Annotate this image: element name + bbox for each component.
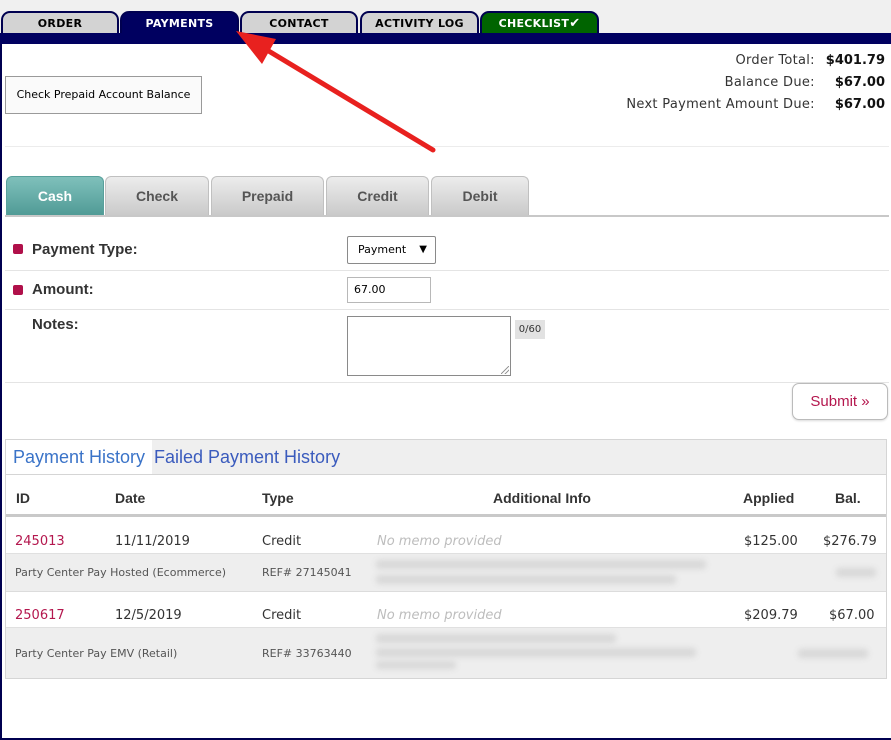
payment-reference: REF# 33763440 bbox=[262, 647, 352, 660]
redacted-info bbox=[376, 648, 696, 657]
payment-date: 12/5/2019 bbox=[115, 608, 182, 623]
payment-id-link[interactable]: 245013 bbox=[15, 534, 65, 549]
nav-bar-strip bbox=[0, 33, 891, 44]
tab-payments[interactable]: PAYMENTS bbox=[120, 11, 239, 33]
redacted-info bbox=[376, 575, 676, 584]
redacted-info bbox=[376, 634, 616, 643]
payment-type: Credit bbox=[262, 608, 302, 623]
payment-applied: $125.00 bbox=[744, 534, 798, 549]
payment-reference: REF# 27145041 bbox=[262, 566, 352, 579]
next-payment-row: Next Payment Amount Due: $67.00 bbox=[626, 95, 885, 115]
resize-grip-icon[interactable] bbox=[501, 366, 509, 374]
check-icon: ✔ bbox=[569, 16, 581, 31]
payment-processor: Party Center Pay EMV (Retail) bbox=[15, 647, 178, 660]
order-total-row: Order Total: $401.79 bbox=[735, 51, 885, 71]
next-payment-value: $67.00 bbox=[834, 97, 885, 112]
payment-type-select[interactable]: Payment ▼ bbox=[347, 236, 436, 264]
tab-cash[interactable]: Cash bbox=[6, 176, 104, 216]
required-marker bbox=[13, 244, 23, 254]
tab-order[interactable]: ORDER bbox=[1, 11, 119, 33]
payment-detail-row: Party Center Pay Hosted (Ecommerce) REF#… bbox=[6, 553, 886, 592]
redacted-info bbox=[798, 649, 868, 658]
tab-checklist-label: CHECKLIST bbox=[498, 17, 570, 30]
col-header-additional-info: Additional Info bbox=[493, 490, 591, 506]
tab-check[interactable]: Check bbox=[105, 176, 209, 216]
tab-failed-payment-history[interactable]: Failed Payment History bbox=[147, 440, 347, 474]
col-header-type: Type bbox=[262, 490, 294, 506]
redacted-info bbox=[836, 568, 876, 577]
col-header-applied: Applied bbox=[743, 490, 795, 506]
tab-prepaid[interactable]: Prepaid bbox=[211, 176, 324, 216]
check-prepaid-balance-button[interactable]: Check Prepaid Account Balance bbox=[5, 76, 202, 114]
payment-memo: No memo provided bbox=[377, 608, 502, 623]
payment-id-link[interactable]: 250617 bbox=[15, 608, 65, 623]
row-divider bbox=[6, 591, 886, 592]
payment-balance: $67.00 bbox=[829, 608, 875, 623]
payment-processor: Party Center Pay Hosted (Ecommerce) bbox=[15, 566, 227, 579]
redacted-info bbox=[376, 661, 456, 669]
chevron-down-icon: ▼ bbox=[419, 244, 427, 255]
amount-input[interactable]: 67.00 bbox=[347, 277, 431, 303]
next-payment-label: Next Payment Amount Due: bbox=[626, 97, 815, 112]
payment-memo: No memo provided bbox=[377, 534, 502, 549]
notes-label: Notes: bbox=[32, 316, 79, 333]
balance-due-label: Balance Due: bbox=[724, 75, 815, 90]
payment-detail-row: Party Center Pay EMV (Retail) REF# 33763… bbox=[6, 627, 886, 678]
payment-date: 11/11/2019 bbox=[115, 534, 190, 549]
notes-textarea[interactable] bbox=[347, 316, 511, 376]
required-marker bbox=[13, 285, 23, 295]
tab-contact[interactable]: CONTACT bbox=[240, 11, 358, 33]
row-divider bbox=[5, 382, 889, 383]
notes-char-counter: 0/60 bbox=[515, 320, 545, 339]
header-divider bbox=[6, 514, 886, 517]
payment-applied: $209.79 bbox=[744, 608, 798, 623]
order-total-value: $401.79 bbox=[825, 53, 885, 68]
tab-underline bbox=[5, 215, 889, 217]
payment-balance: $276.79 bbox=[823, 534, 877, 549]
divider bbox=[5, 146, 889, 147]
col-header-balance: Bal. bbox=[835, 490, 861, 506]
tab-credit[interactable]: Credit bbox=[326, 176, 429, 216]
order-total-label: Order Total: bbox=[735, 53, 815, 68]
submit-button[interactable]: Submit » bbox=[792, 383, 888, 420]
payment-type: Credit bbox=[262, 534, 302, 549]
payment-type-value: Payment bbox=[358, 243, 407, 256]
payment-history-panel: Payment History Failed Payment History I… bbox=[5, 439, 887, 679]
balance-due-value: $67.00 bbox=[834, 75, 885, 90]
tab-activity-log[interactable]: ACTIVITY LOG bbox=[360, 11, 479, 33]
top-tab-bar: ORDER PAYMENTS CONTACT ACTIVITY LOG CHEC… bbox=[0, 0, 891, 34]
balance-due-row: Balance Due: $67.00 bbox=[725, 73, 885, 93]
tab-checklist[interactable]: CHECKLIST✔ bbox=[480, 11, 599, 33]
tab-payment-history[interactable]: Payment History bbox=[6, 440, 153, 474]
row-divider bbox=[5, 309, 889, 310]
redacted-info bbox=[376, 560, 706, 569]
tab-debit[interactable]: Debit bbox=[431, 176, 529, 216]
payment-type-label: Payment Type: bbox=[32, 241, 138, 258]
col-header-id: ID bbox=[16, 490, 30, 506]
row-divider bbox=[5, 270, 889, 271]
history-tab-bar: Payment History Failed Payment History bbox=[6, 440, 886, 475]
amount-label: Amount: bbox=[32, 281, 94, 298]
col-header-date: Date bbox=[115, 490, 146, 506]
